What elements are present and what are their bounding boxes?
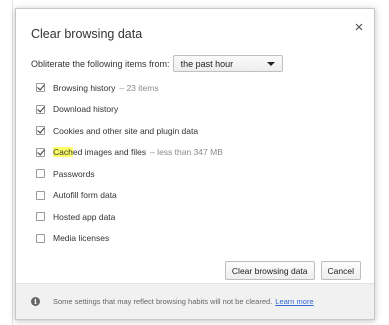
item-cookies[interactable]: Cookies and other site and plugin data — [36, 120, 223, 142]
cached-images-label: Cached images and files — [53, 147, 147, 158]
browsing-history-checkbox[interactable] — [36, 83, 45, 93]
item-media-licenses[interactable]: Media licenses — [36, 228, 223, 250]
data-type-list: Browsing history – 23 items Download his… — [36, 77, 223, 249]
search-highlight: Cach — [53, 147, 73, 158]
clear-browsing-data-dialog: Clear browsing data Obliterate the follo… — [15, 8, 375, 320]
autofill-label: Autofill form data — [53, 190, 117, 201]
browsing-history-label: Browsing history — [53, 82, 116, 93]
clear-browsing-data-button[interactable]: Clear browsing data — [224, 261, 315, 280]
download-history-checkbox[interactable] — [36, 104, 45, 114]
footer-text: Some settings that may reflect browsing … — [53, 297, 273, 306]
dialog-footer: i Some settings that may reflect browsin… — [16, 283, 374, 319]
time-range-label: Obliterate the following items from: — [31, 58, 170, 69]
download-history-label: Download history — [53, 104, 119, 115]
cookies-label: Cookies and other site and plugin data — [53, 125, 199, 136]
passwords-checkbox[interactable] — [36, 169, 45, 179]
autofill-checkbox[interactable] — [36, 190, 45, 200]
time-range-row: Obliterate the following items from: the… — [31, 55, 283, 72]
time-range-value: the past hour — [180, 58, 234, 69]
media-licenses-label: Media licenses — [53, 233, 110, 244]
browsing-history-count: – 23 items — [119, 82, 159, 93]
item-hosted-app-data[interactable]: Hosted app data — [36, 206, 223, 228]
item-download-history[interactable]: Download history — [36, 99, 223, 121]
dropdown-arrow-icon — [266, 61, 275, 66]
item-autofill[interactable]: Autofill form data — [36, 185, 223, 207]
cookies-checkbox[interactable] — [36, 126, 45, 136]
dialog-buttons: Clear browsing data Cancel — [224, 261, 361, 280]
cancel-button[interactable]: Cancel — [320, 261, 361, 280]
time-range-select[interactable]: the past hour — [172, 55, 283, 72]
close-icon[interactable] — [353, 20, 365, 32]
hosted-app-data-checkbox[interactable] — [36, 212, 45, 222]
learn-more-link[interactable]: Learn more — [275, 297, 313, 306]
item-passwords[interactable]: Passwords — [36, 163, 223, 185]
dialog-title: Clear browsing data — [31, 27, 143, 41]
cached-images-size: – less than 347 MB — [150, 147, 223, 158]
passwords-label: Passwords — [53, 168, 95, 179]
item-browsing-history[interactable]: Browsing history – 23 items — [36, 77, 223, 99]
item-cached-images[interactable]: Cached images and files – less than 347 … — [36, 142, 223, 164]
info-icon: i — [31, 297, 40, 306]
cached-images-checkbox[interactable] — [36, 147, 45, 157]
media-licenses-checkbox[interactable] — [36, 233, 45, 243]
hosted-app-data-label: Hosted app data — [53, 211, 116, 222]
background-divider — [12, 0, 13, 325]
